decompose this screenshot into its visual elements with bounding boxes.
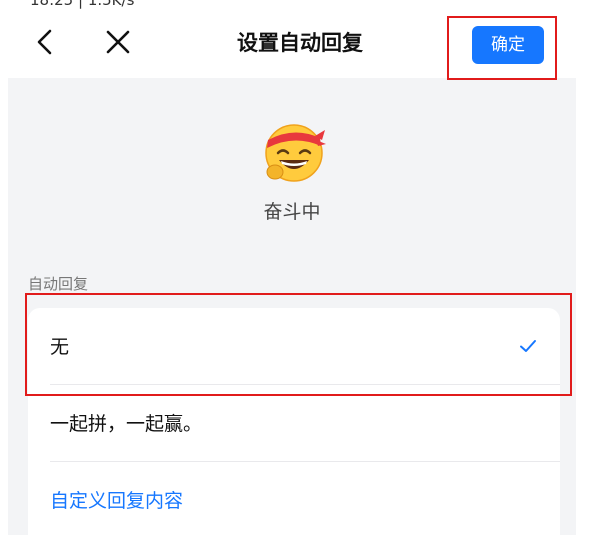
auto-reply-options-card: 无 一起拼，一起赢。 自定义回复内容: [28, 308, 560, 535]
option-label: 自定义回复内容: [50, 490, 184, 512]
option-none[interactable]: 无: [28, 308, 560, 385]
status-name: 奋斗中: [263, 201, 321, 223]
checkmark-icon: [520, 340, 536, 352]
main-content: 奋斗中 自动回复 无 一起拼，一起赢。 自定义回复内容: [8, 78, 576, 535]
status-bar: 18:25 | 1.5K/s: [0, 0, 600, 10]
section-label-auto-reply: 自动回复: [28, 275, 89, 293]
option-together[interactable]: 一起拼，一起赢。: [28, 385, 560, 462]
grinning-headband-emoji-icon: [261, 118, 327, 184]
option-label: 一起拼，一起赢。: [50, 413, 203, 435]
option-custom-reply[interactable]: 自定义回复内容: [28, 462, 560, 535]
option-label: 无: [50, 336, 70, 358]
navigation-bar: 设置自动回复 确定: [0, 10, 600, 78]
confirm-button[interactable]: 确定: [472, 26, 544, 64]
status-bar-time: 18:25 | 1.5K/s: [30, 0, 135, 9]
